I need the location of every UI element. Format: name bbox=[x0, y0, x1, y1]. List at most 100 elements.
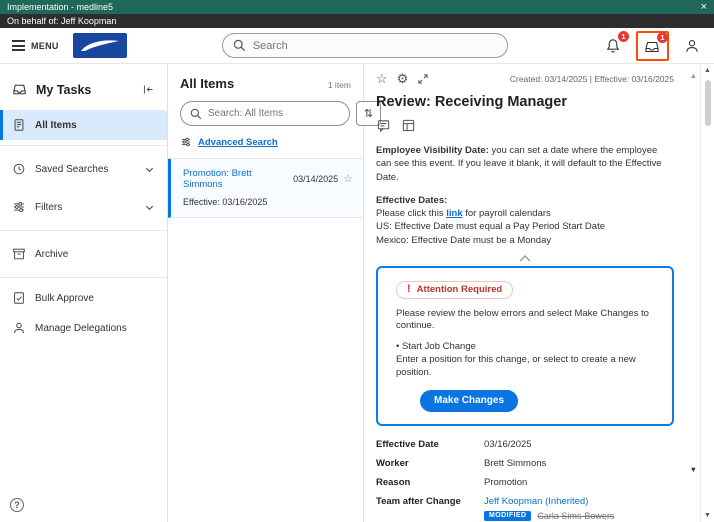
expand-icon[interactable] bbox=[417, 73, 429, 85]
list-item-promotion[interactable]: Promotion: Brett Simmons 03/14/2025 ☆ Ef… bbox=[168, 159, 363, 218]
chevron-down-icon bbox=[144, 202, 155, 213]
filters-sliders-icon bbox=[12, 200, 26, 214]
my-tasks-badge: 1 bbox=[657, 32, 668, 43]
help-button[interactable]: ? bbox=[10, 498, 24, 512]
sidebar-title: My Tasks bbox=[36, 83, 133, 97]
payroll-suffix: for payroll calendars bbox=[463, 208, 551, 219]
global-search[interactable] bbox=[222, 33, 508, 58]
field-label: Effective Date bbox=[376, 439, 484, 450]
page-scrollbar[interactable]: ▲ ▼ bbox=[700, 64, 714, 522]
field-label: Team after Change bbox=[376, 496, 484, 507]
advanced-search-sliders-icon bbox=[180, 136, 192, 148]
sidebar-item-label: Filters bbox=[35, 202, 62, 213]
chevron-down-icon bbox=[144, 164, 155, 175]
mexico-rule-line: Mexico: Effective Date must be a Monday bbox=[376, 234, 674, 247]
app-window: Implementation - medline5 × On behalf of… bbox=[0, 0, 714, 522]
field-row-reason: Reason Promotion bbox=[376, 477, 674, 488]
app-header: MENU 1 1 bbox=[0, 28, 714, 64]
collapse-sidebar-icon[interactable] bbox=[142, 83, 155, 96]
annotation-highlight-box: 1 bbox=[636, 31, 669, 61]
list-item-date: 03/14/2025 bbox=[293, 174, 338, 184]
comments-icon[interactable] bbox=[376, 118, 391, 133]
list-search-row: ⇅ bbox=[168, 101, 363, 134]
previous-value-strikethrough: Carla Sims-Bowers bbox=[537, 511, 614, 521]
attention-badge-label: Attention Required bbox=[417, 284, 503, 295]
on-behalf-bar: On behalf of: Jeff Koopman bbox=[0, 14, 714, 28]
person-icon bbox=[12, 321, 26, 335]
my-tasks-tray-icon bbox=[12, 82, 27, 97]
scroll-up-icon[interactable]: ▲ bbox=[704, 67, 711, 74]
worker-link[interactable]: Brett Simmons bbox=[484, 458, 546, 469]
payroll-prefix: Please click this bbox=[376, 208, 446, 219]
favorite-star-icon[interactable]: ☆ bbox=[376, 72, 388, 85]
company-logo[interactable] bbox=[73, 33, 127, 58]
scrollbar-thumb[interactable] bbox=[705, 80, 711, 126]
visibility-paragraph: Employee Visibility Date: you can set a … bbox=[376, 144, 674, 184]
sidebar-item-label: All Items bbox=[35, 120, 77, 131]
sidebar-item-manage-delegations[interactable]: Manage Delegations bbox=[0, 313, 167, 343]
sidebar-item-label: Manage Delegations bbox=[35, 323, 127, 334]
list-search-box[interactable] bbox=[180, 101, 350, 126]
list-item-effective: Effective: 03/16/2025 bbox=[183, 197, 353, 207]
process-history-icon[interactable] bbox=[401, 118, 416, 133]
notifications-button[interactable]: 1 bbox=[603, 36, 623, 56]
scroll-up-icon[interactable]: ▲ bbox=[690, 71, 697, 80]
close-icon[interactable]: × bbox=[701, 2, 707, 13]
main-content: My Tasks All Items Saved Searches bbox=[0, 64, 714, 522]
menu-label: MENU bbox=[31, 41, 59, 51]
all-items-panel: All Items 1 item ⇅ Advanced Search bbox=[168, 64, 364, 522]
field-row-team-after-change: Team after Change Jeff Koopman (Inherite… bbox=[376, 496, 674, 521]
modified-row: MODIFIED Carla Sims-Bowers bbox=[484, 511, 614, 521]
archive-box-icon bbox=[12, 247, 26, 261]
list-item-title: Promotion: Brett Simmons bbox=[183, 168, 288, 190]
scroll-down-icon[interactable]: ▼ bbox=[704, 512, 711, 519]
divider bbox=[0, 277, 167, 278]
sidebar-item-archive[interactable]: Archive bbox=[0, 239, 167, 269]
exclamation-icon: ! bbox=[407, 284, 411, 295]
make-changes-button[interactable]: Make Changes bbox=[420, 390, 518, 412]
sidebar-item-all-items[interactable]: All Items bbox=[0, 110, 167, 140]
global-search-input[interactable] bbox=[253, 40, 497, 52]
help-icon: ? bbox=[14, 500, 20, 510]
us-rule-line: US: Effective Date must equal a Pay Peri… bbox=[376, 220, 674, 233]
search-zone bbox=[135, 33, 595, 58]
collapse-section-icon[interactable] bbox=[376, 254, 674, 263]
advanced-search-link[interactable]: Advanced Search bbox=[198, 137, 278, 148]
created-effective-meta: Created: 03/14/2025 | Effective: 03/16/2… bbox=[510, 74, 674, 84]
detail-panel: ☆ ⚙ Created: 03/14/2025 | Effective: 03/… bbox=[364, 64, 700, 522]
detail-toolbar: ☆ ⚙ Created: 03/14/2025 | Effective: 03/… bbox=[376, 72, 674, 85]
detail-fields: Effective Date 03/16/2025 Worker Brett S… bbox=[376, 439, 674, 521]
effective-dates-block: Effective Dates: Please click this link … bbox=[376, 194, 674, 247]
detail-title: Review: Receiving Manager bbox=[376, 94, 674, 110]
list-search-input[interactable] bbox=[208, 108, 340, 119]
modified-badge: MODIFIED bbox=[484, 511, 531, 521]
sidebar-item-filters[interactable]: Filters bbox=[0, 192, 167, 222]
detail-action-icons bbox=[376, 118, 674, 133]
field-value: Promotion bbox=[484, 477, 527, 488]
effective-dates-heading: Effective Dates: bbox=[376, 194, 674, 207]
sidebar-item-saved-searches[interactable]: Saved Searches bbox=[0, 154, 167, 184]
hamburger-icon bbox=[12, 40, 25, 51]
field-row-worker: Worker Brett Simmons bbox=[376, 458, 674, 469]
sidebar: My Tasks All Items Saved Searches bbox=[0, 64, 168, 522]
field-label: Reason bbox=[376, 477, 484, 488]
visibility-label: Employee Visibility Date: bbox=[376, 145, 489, 156]
payroll-calendar-link[interactable]: link bbox=[446, 208, 462, 219]
scroll-down-icon[interactable]: ▼ bbox=[690, 465, 697, 474]
profile-button[interactable] bbox=[682, 36, 702, 56]
attention-instruction: Please review the below errors and selec… bbox=[396, 308, 654, 334]
search-icon bbox=[190, 108, 202, 120]
gear-icon[interactable]: ⚙ bbox=[397, 72, 409, 85]
team-after-change-link[interactable]: Jeff Koopman (Inherited) bbox=[484, 496, 588, 507]
sidebar-item-label: Saved Searches bbox=[35, 164, 108, 175]
divider bbox=[0, 145, 167, 146]
sidebar-item-bulk-approve[interactable]: Bulk Approve bbox=[0, 283, 167, 313]
menu-button[interactable]: MENU bbox=[12, 40, 59, 51]
detail-vertical-scrollbar[interactable]: ▲ ▼ bbox=[690, 71, 697, 474]
attention-required-section: ! Attention Required Please review the b… bbox=[376, 266, 674, 426]
my-tasks-button[interactable]: 1 bbox=[642, 37, 662, 57]
item-star-icon[interactable]: ☆ bbox=[343, 174, 353, 185]
advanced-search-row: Advanced Search bbox=[168, 134, 363, 158]
person-icon bbox=[684, 38, 700, 54]
sidebar-item-label: Bulk Approve bbox=[35, 293, 94, 304]
